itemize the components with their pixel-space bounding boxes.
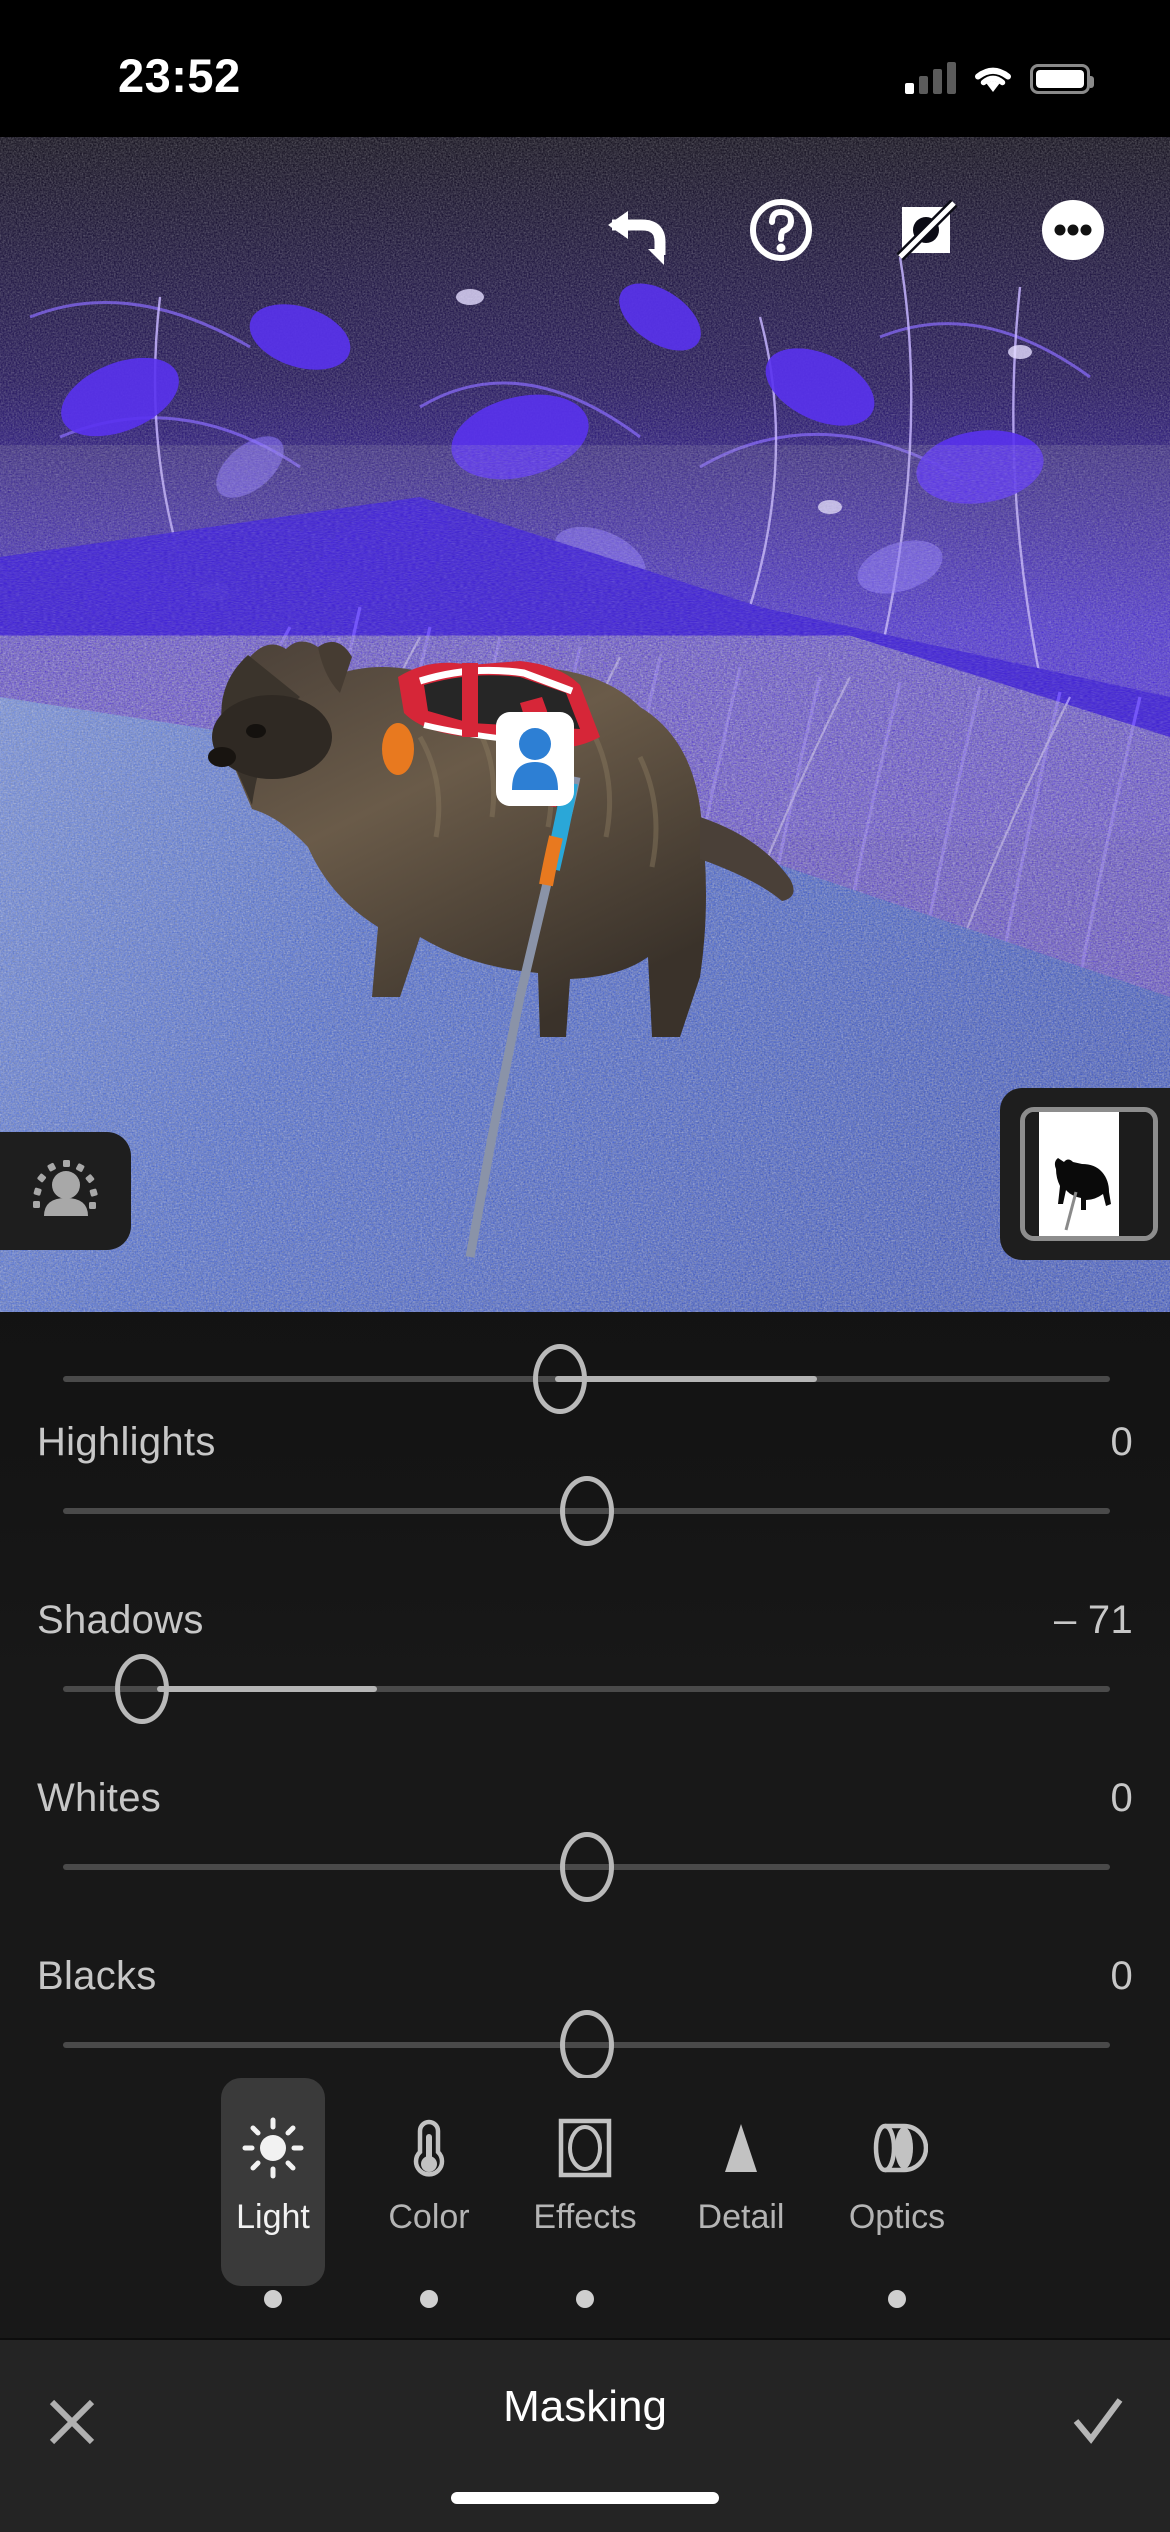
- slider-track-fill: [555, 1376, 817, 1382]
- hide-mask-overlay-button[interactable]: [888, 191, 966, 269]
- tab-dot-optics: [888, 2290, 906, 2308]
- tab-dot-effects: [576, 2290, 594, 2308]
- more-options-button[interactable]: [1034, 191, 1112, 269]
- tab-label-optics: Optics: [848, 2198, 946, 2236]
- help-button[interactable]: [742, 191, 820, 269]
- select-subject-person-icon: [32, 1160, 98, 1216]
- slider-value-blacks: 0: [1110, 1954, 1133, 1998]
- slider-row-whites[interactable]: Whites 0: [0, 1740, 1170, 1920]
- select-subject-chip[interactable]: [0, 1132, 131, 1250]
- tab-color[interactable]: Color: [377, 2078, 481, 2308]
- slider-row-blacks[interactable]: Blacks 0: [0, 1918, 1170, 2098]
- thermometer-icon: [402, 2102, 456, 2194]
- checkmark-icon: [1073, 2398, 1123, 2444]
- slider-label-whites: Whites: [37, 1776, 162, 1820]
- cellular-signal-icon: [905, 62, 956, 94]
- slider-label-highlights: Highlights: [37, 1420, 216, 1464]
- status-bar-clock: 23:52: [118, 49, 241, 102]
- subject-pin-person-icon: [496, 712, 574, 806]
- photo-canvas[interactable]: [0, 137, 1170, 1312]
- vignette-icon: [557, 2102, 613, 2194]
- slider-list: Highlights 0 Shadows – 71 Whites 0 Black…: [0, 1312, 1170, 2080]
- wifi-icon: [972, 62, 1014, 94]
- tab-light[interactable]: Light: [221, 2078, 325, 2308]
- triangle-icon: [713, 2102, 769, 2194]
- battery-icon: [1030, 64, 1094, 94]
- tab-detail[interactable]: Detail: [689, 2078, 793, 2286]
- tab-dot-color: [420, 2290, 438, 2308]
- status-bar-indicators: [905, 52, 1094, 94]
- status-bar: 23:52: [0, 0, 1170, 137]
- tab-label-light: Light: [236, 2198, 310, 2236]
- slider-knob-blacks[interactable]: [559, 2010, 614, 2080]
- tool-tab-bar: Light Color Effects Detail Optics: [0, 2078, 1170, 2338]
- slider-row-highlights[interactable]: Highlights 0: [0, 1384, 1170, 1564]
- bottom-bar-divider: [0, 2338, 1170, 2340]
- question-mark-circle-icon: [750, 199, 812, 261]
- slider-track-shadows[interactable]: [63, 1654, 1110, 1724]
- lens-icon: [866, 2102, 928, 2194]
- ellipsis-circle-icon: [1042, 200, 1104, 260]
- slider-value-shadows: – 71: [1053, 1598, 1133, 1642]
- slider-row-shadows[interactable]: Shadows – 71: [0, 1562, 1170, 1742]
- tab-dot-light: [264, 2290, 282, 2308]
- mask-thumbnail-frame: [1020, 1107, 1158, 1241]
- slider-label-shadows: Shadows: [37, 1598, 204, 1642]
- undo-arrow-icon: [608, 211, 666, 265]
- slider-track-fill: [157, 1686, 378, 1692]
- undo-button[interactable]: [596, 191, 674, 269]
- slider-knob-shadows[interactable]: [114, 1654, 169, 1724]
- slider-track-highlights[interactable]: [63, 1476, 1110, 1546]
- home-indicator[interactable]: [451, 2492, 719, 2504]
- mask-thumbnail[interactable]: [1000, 1088, 1170, 1260]
- mask-overlay-off-icon: [896, 199, 958, 261]
- tab-label-color: Color: [388, 2198, 470, 2236]
- slider-value-highlights: 0: [1110, 1420, 1133, 1464]
- slider-value-whites: 0: [1110, 1776, 1133, 1820]
- tab-effects[interactable]: Effects: [533, 2078, 637, 2308]
- sun-icon: [242, 2102, 304, 2194]
- photo-image: [0, 137, 1170, 1312]
- slider-track-exposure[interactable]: [63, 1344, 1110, 1414]
- confirm-button[interactable]: [1050, 2374, 1146, 2470]
- slider-knob-whites[interactable]: [559, 1832, 614, 1902]
- mask-thumbnail-dog-silhouette: [1025, 1112, 1153, 1236]
- tab-optics[interactable]: Optics: [845, 2078, 949, 2308]
- slider-knob-highlights[interactable]: [559, 1476, 614, 1546]
- lightroom-masking-screen: 23:52 Highlights 0 Shadows – 71 Whites 0…: [0, 0, 1170, 2532]
- slider-track-blacks[interactable]: [63, 2010, 1110, 2080]
- photo-toolbar: [0, 175, 1170, 285]
- bottom-bar-title: Masking: [503, 2382, 667, 2431]
- tab-label-effects: Effects: [533, 2198, 637, 2236]
- tab-label-detail: Detail: [697, 2198, 785, 2236]
- slider-track-whites[interactable]: [63, 1832, 1110, 1902]
- slider-label-blacks: Blacks: [37, 1954, 157, 1998]
- masking-bottom-bar: Masking: [0, 2338, 1170, 2532]
